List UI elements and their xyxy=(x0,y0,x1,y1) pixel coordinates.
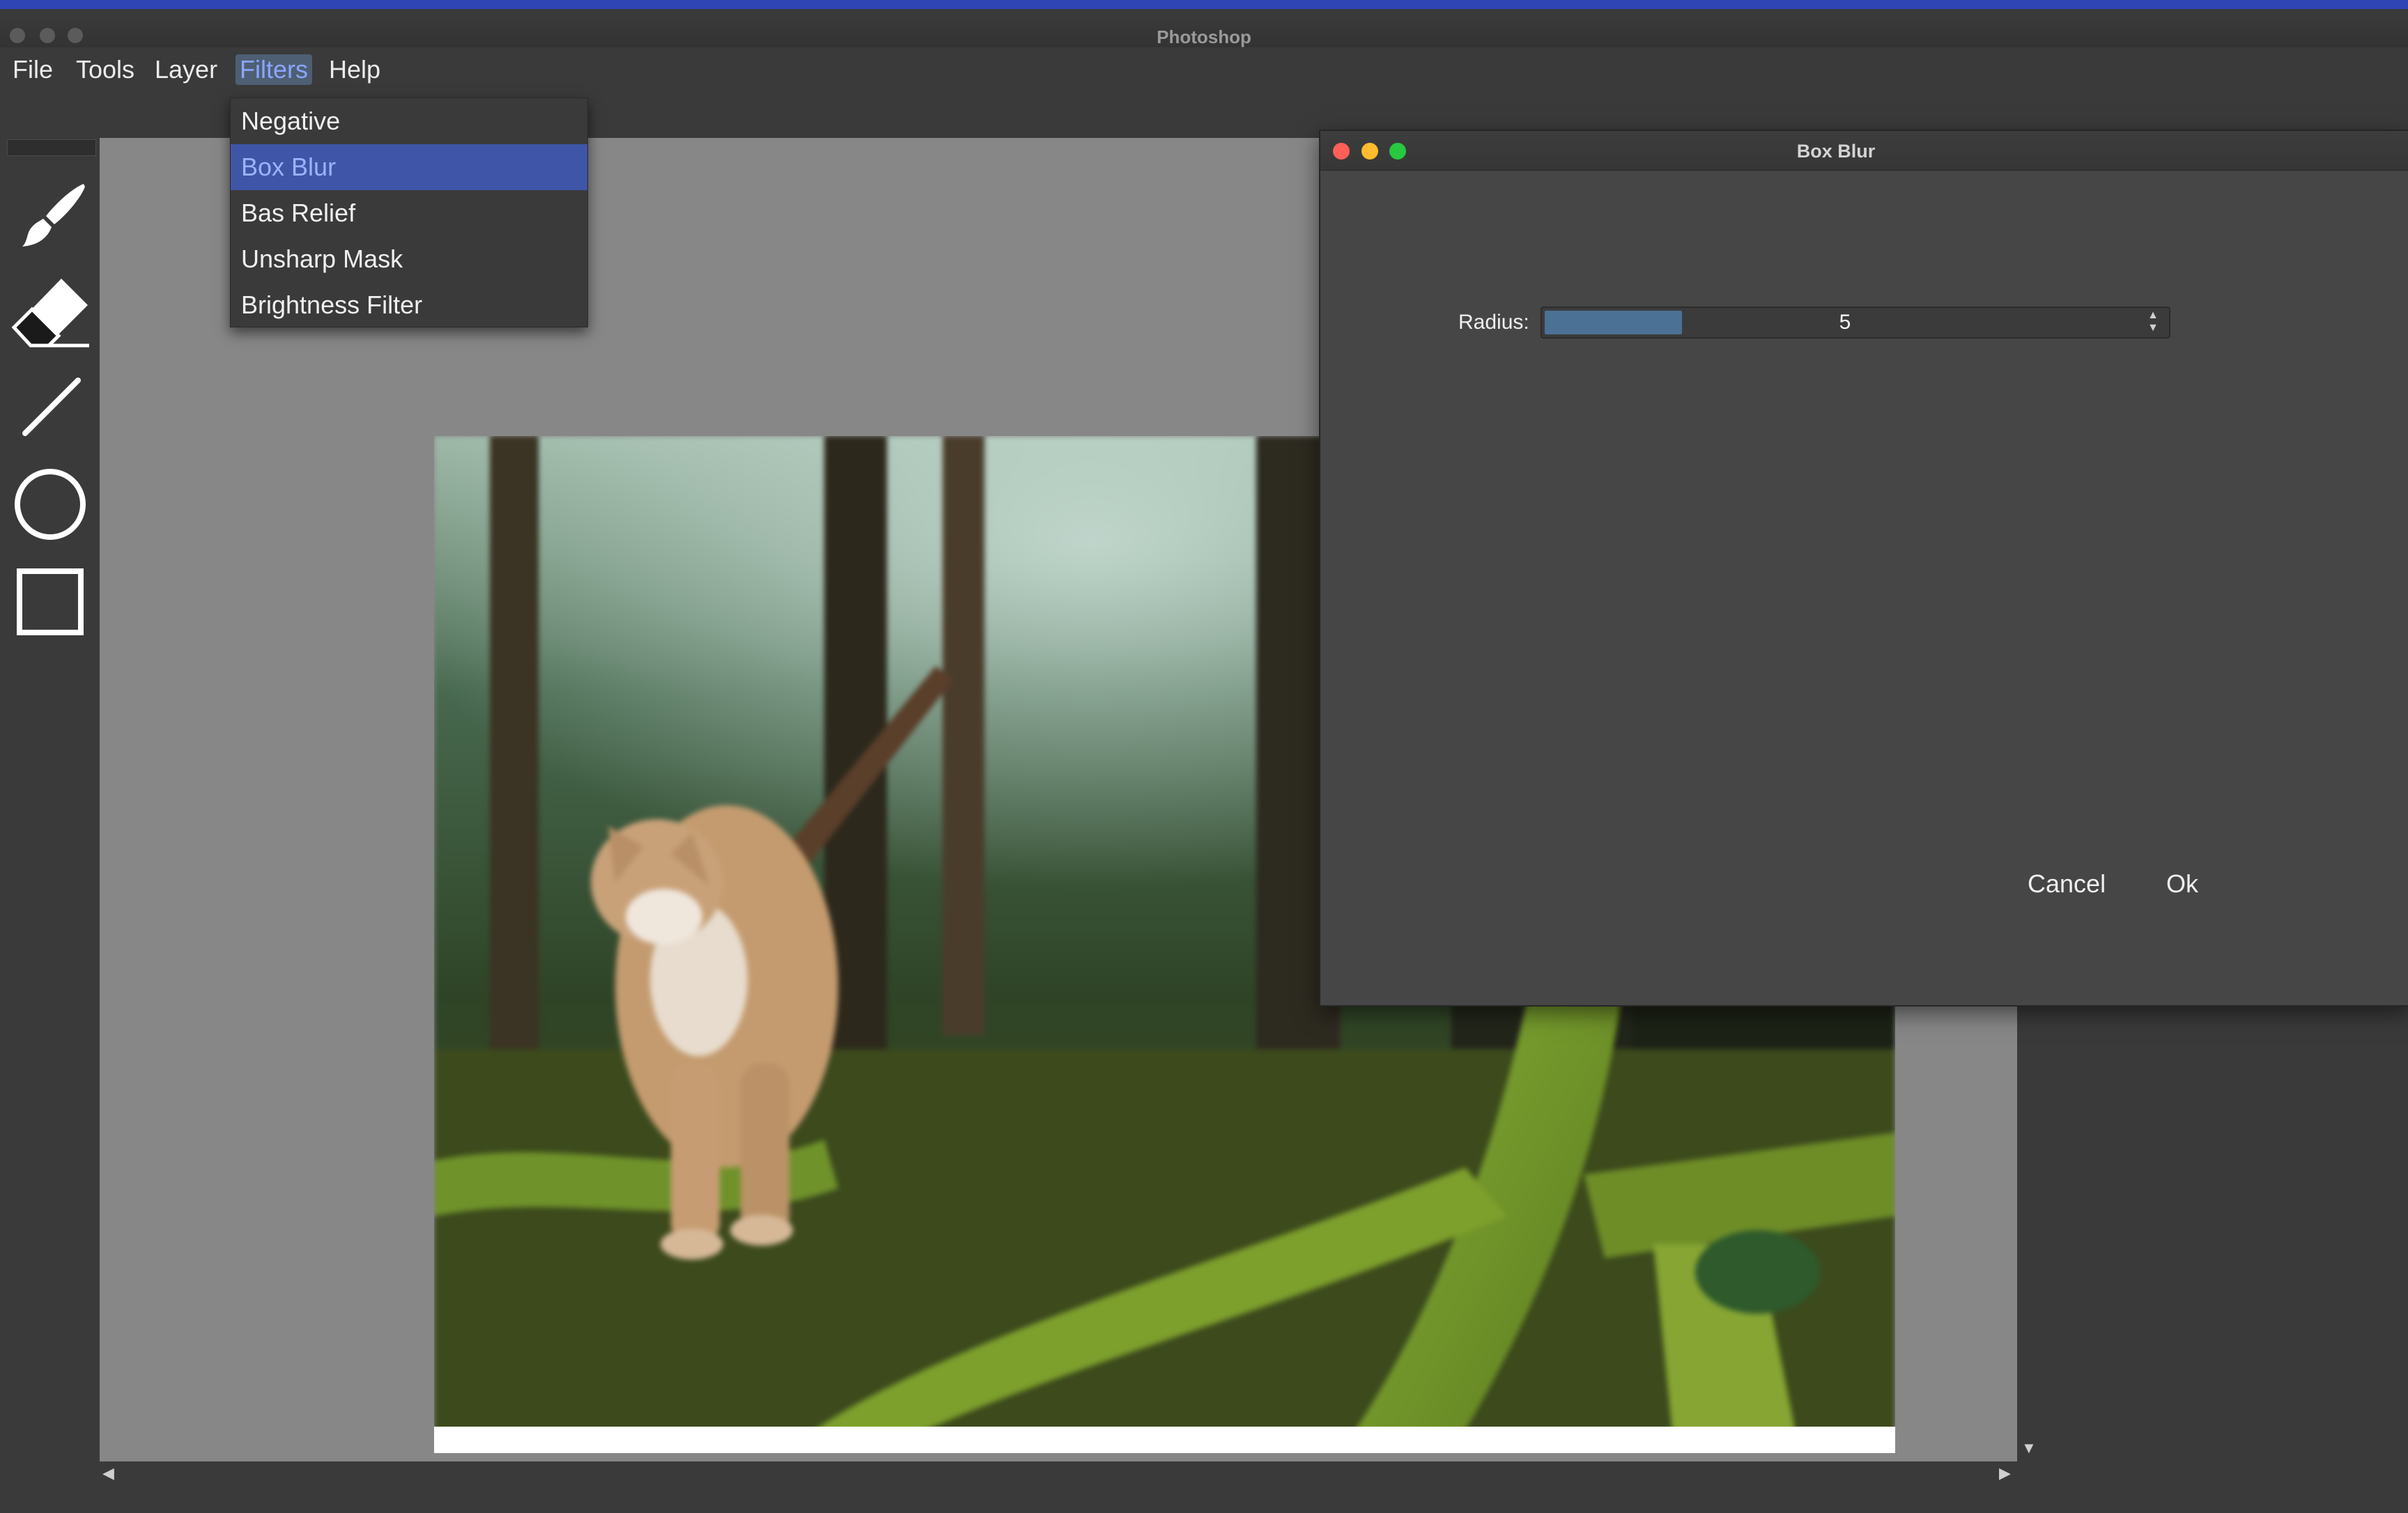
menu-item-negative[interactable]: Negative xyxy=(231,98,587,144)
eraser-tool[interactable] xyxy=(6,269,95,358)
menu-help[interactable]: Help xyxy=(325,54,385,85)
menubar: File Tools Layer Filters Help xyxy=(0,47,2408,92)
brush-tool[interactable] xyxy=(6,174,95,263)
radius-value[interactable]: 5 xyxy=(1821,311,1869,334)
scroll-right-arrow-icon[interactable]: ▶ xyxy=(1999,1464,2011,1482)
rectangle-icon xyxy=(17,568,84,635)
spin-down-arrow-icon[interactable]: ▼ xyxy=(2143,322,2163,334)
radius-label: Radius: xyxy=(1458,311,1529,334)
image-bottom-strip xyxy=(434,1427,1895,1453)
scroll-down-arrow-icon[interactable]: ▼ xyxy=(2021,1439,2037,1457)
window-titlebar: Photoshop xyxy=(0,9,2408,48)
tool-palette xyxy=(0,132,100,1513)
box-blur-dialog: Box Blur Radius: 5 ▲ ▼ Cancel Ok xyxy=(1319,130,2408,1007)
ok-button[interactable]: Ok xyxy=(2166,869,2198,899)
scroll-left-arrow-icon[interactable]: ◀ xyxy=(102,1464,114,1482)
line-icon xyxy=(22,378,81,436)
horizontal-scrollbar[interactable]: ◀ ▶ xyxy=(100,1461,2017,1487)
menu-file[interactable]: File xyxy=(8,54,57,85)
menu-tools[interactable]: Tools xyxy=(72,54,139,85)
brush-icon xyxy=(22,184,85,247)
menu-item-brightness-filter[interactable]: Brightness Filter xyxy=(231,282,587,328)
menu-item-box-blur[interactable]: Box Blur xyxy=(231,144,587,190)
eraser-icon xyxy=(11,279,89,348)
menu-layer[interactable]: Layer xyxy=(150,54,222,85)
rectangle-tool[interactable] xyxy=(6,557,95,646)
filters-dropdown-menu: Negative Box Blur Bas Relief Unsharp Mas… xyxy=(230,98,588,327)
top-accent-strip xyxy=(0,0,2408,9)
radius-spinbox[interactable]: 5 ▲ ▼ xyxy=(1541,307,2170,339)
toolbar-drag-handle[interactable] xyxy=(7,139,96,156)
dialog-title: Box Blur xyxy=(1796,141,1876,162)
menu-item-bas-relief[interactable]: Bas Relief xyxy=(231,190,587,236)
line-tool[interactable] xyxy=(6,362,95,451)
dialog-titlebar: Box Blur xyxy=(1320,131,2408,171)
radius-fill-bar xyxy=(1545,311,1682,334)
ellipse-tool[interactable] xyxy=(6,460,95,549)
spin-up-arrow-icon[interactable]: ▲ xyxy=(2143,309,2163,322)
menu-item-unsharp-mask[interactable]: Unsharp Mask xyxy=(231,236,587,282)
ellipse-icon xyxy=(15,469,86,540)
window-title: Photoshop xyxy=(1157,26,1251,47)
cancel-button[interactable]: Cancel xyxy=(2028,869,2106,899)
menu-filters[interactable]: Filters xyxy=(236,54,312,85)
